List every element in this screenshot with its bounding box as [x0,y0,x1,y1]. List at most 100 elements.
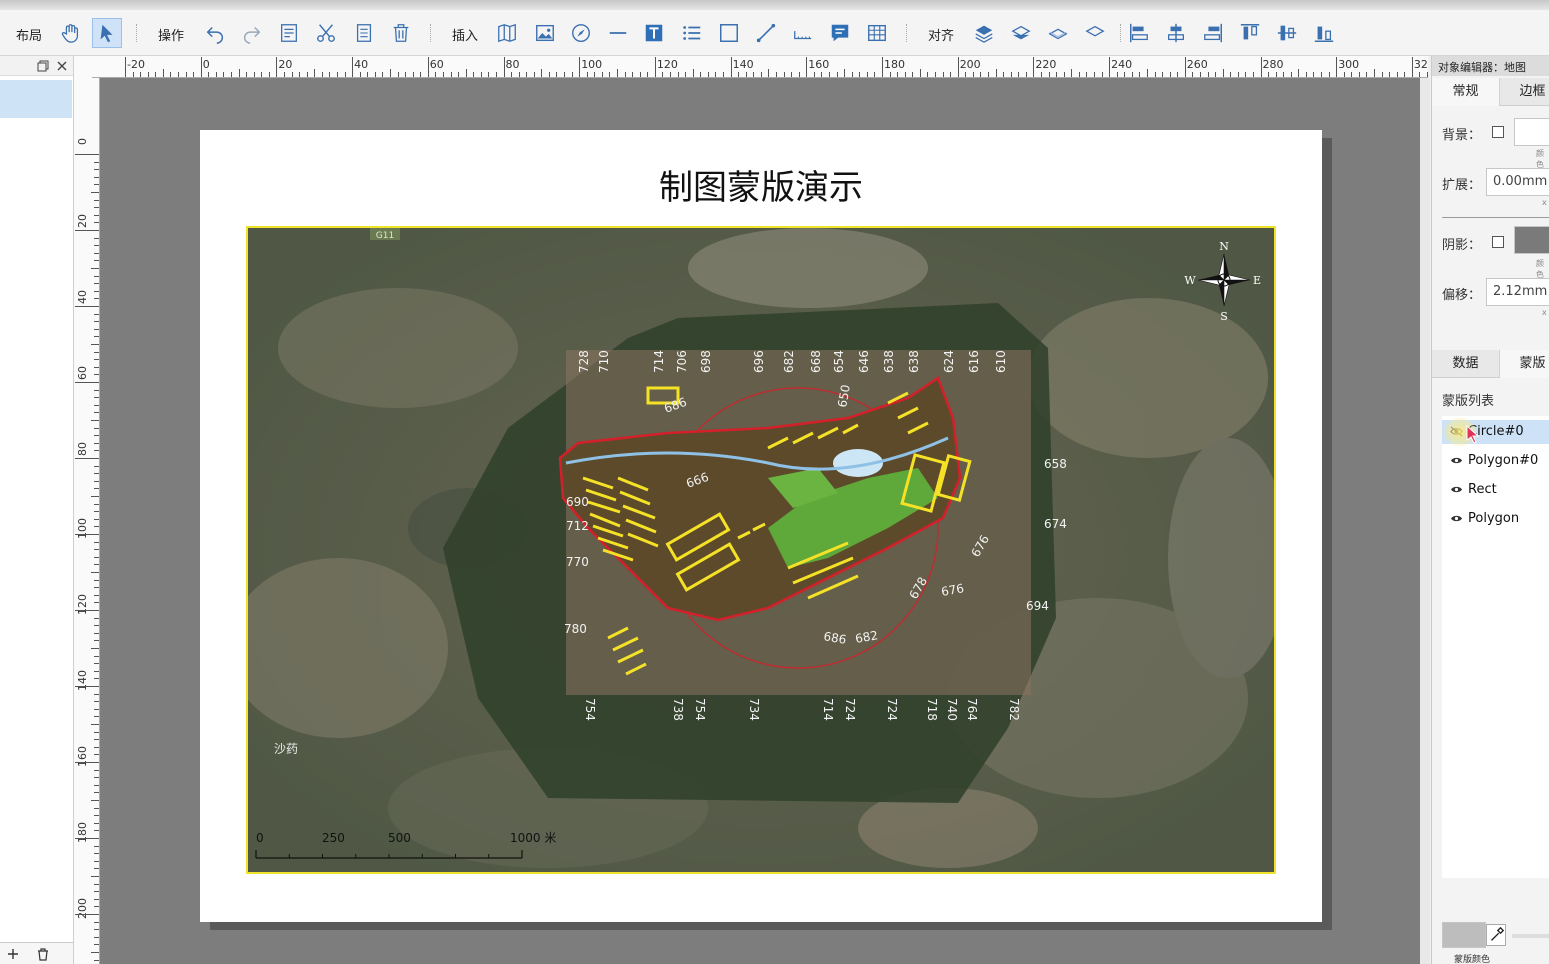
align-menu[interactable]: 对齐 [928,25,954,44]
ruler-v-label: 20 [76,214,89,228]
ruler-tick [1275,72,1277,77]
annotation-icon[interactable] [825,18,855,48]
color-caption: 颜色 [1536,259,1544,279]
mask-color-swatch[interactable] [1442,922,1486,948]
tab-data[interactable]: 数据 [1432,350,1500,378]
mask-item-polygon[interactable]: Polygon [1442,507,1549,531]
offset-input[interactable]: 2.12mm [1486,278,1549,306]
ruler-tick [140,72,142,77]
ruler-tick [94,556,99,558]
ruler-tick [1298,69,1300,77]
ruler-tick [94,784,99,786]
align-middle-icon[interactable] [1272,18,1302,48]
layer-bottom-icon[interactable] [1080,18,1110,48]
ruler-tick [94,366,99,368]
ruler-tick [1177,72,1179,77]
eye-icon[interactable] [1450,455,1463,466]
ruler-tick [94,830,99,832]
compass-icon[interactable] [566,18,596,48]
polyline-icon[interactable] [751,18,781,48]
ruler-tick [91,648,99,649]
scalebar-icon[interactable] [788,18,818,48]
ruler-tick [791,72,793,77]
insert-menu[interactable]: 插入 [452,25,478,44]
layer-up-icon[interactable] [1006,18,1036,48]
ruler-tick [1290,72,1292,77]
ruler-tick [1305,72,1307,77]
ruler-tick [94,617,99,619]
restore-icon[interactable] [36,59,50,73]
map-title[interactable]: 制图蒙版演示 [200,160,1322,209]
operation-menu[interactable]: 操作 [158,25,184,44]
tab-border[interactable]: 边框 [1500,78,1549,106]
ruler-tick [1063,72,1065,77]
pointer-icon[interactable] [92,18,122,48]
add-icon[interactable] [6,947,20,961]
text-icon[interactable] [639,18,669,48]
delete-icon[interactable] [386,18,416,48]
list-icon[interactable] [677,18,707,48]
tab-general[interactable]: 常规 [1432,78,1500,106]
contour-label-bottom: 740 [945,698,959,721]
eyedropper-icon[interactable] [1486,924,1506,946]
contour-label-top: 646 [857,350,871,373]
ruler-tick [75,382,99,383]
rectangle-icon[interactable] [714,18,744,48]
west-label: W [1184,274,1196,287]
trash-icon[interactable] [36,947,50,961]
map-icon[interactable] [492,18,522,48]
close-icon[interactable] [55,59,69,73]
object-editor-panel: 对象编辑器：地图 常规 边框 背景： 颜色 扩展： 0.00mm x 阴影： 颜… [1431,56,1549,964]
ruler-tick [299,72,301,77]
image-icon[interactable] [530,18,560,48]
layout-menu[interactable]: 布局 [16,25,42,44]
ruler-v-label: 0 [76,138,89,145]
ruler-tick [367,72,369,77]
layout-page[interactable]: 制图蒙版演示 728 710 714 706 698 696 682 668 6… [200,130,1322,922]
background-color-field[interactable] [1514,118,1549,146]
extend-input[interactable]: 0.00mm [1486,168,1549,196]
mask-opacity-slider[interactable] [1512,934,1549,938]
layout-list-item-selected[interactable] [0,80,72,118]
align-center-icon[interactable] [1161,18,1191,48]
layer-down-icon[interactable] [1043,18,1073,48]
vertical-scrollbar[interactable] [1420,78,1430,964]
hand-icon[interactable] [56,18,86,48]
cut-icon[interactable] [311,18,341,48]
shadow-checkbox[interactable] [1492,236,1504,248]
layout-canvas[interactable]: 制图蒙版演示 728 710 714 706 698 696 682 668 6… [100,78,1428,964]
ruler-tick [1411,57,1413,77]
toolbar-separator [906,24,907,42]
properties-icon[interactable] [274,18,304,48]
contour-label-bottom: 718 [925,698,939,721]
line-icon[interactable] [603,18,633,48]
align-top-icon[interactable] [1235,18,1265,48]
eye-icon[interactable] [1450,513,1463,524]
extend-label: 扩展： [1442,178,1482,193]
ruler-tick [94,321,99,323]
undo-icon[interactable] [200,18,230,48]
eye-icon[interactable] [1450,484,1463,495]
ruler-tick [934,72,936,77]
mask-item-rect[interactable]: Rect [1442,478,1549,502]
layer-top-icon[interactable] [969,18,999,48]
align-right-icon[interactable] [1198,18,1228,48]
ruler-tick [442,72,444,77]
ruler-tick [1389,72,1391,77]
table-icon[interactable] [862,18,892,48]
background-checkbox[interactable] [1492,126,1504,138]
ruler-tick [94,473,99,475]
mask-item-polygon-0[interactable]: Polygon#0 [1442,449,1549,473]
map-view[interactable]: 728 710 714 706 698 696 682 668 654 646 638 638 624 6… [248,228,1274,872]
ruler-tick [94,199,99,201]
align-left-icon[interactable] [1124,18,1154,48]
copy-icon[interactable] [349,18,379,48]
align-bottom-icon[interactable] [1309,18,1339,48]
tab-mask[interactable]: 蒙版 [1500,350,1549,378]
shadow-color-swatch[interactable] [1514,226,1549,254]
ruler-tick [1056,72,1058,77]
redo-icon[interactable] [237,18,267,48]
ruler-v-label: 40 [76,290,89,304]
ruler-tick [94,640,99,642]
map-frame[interactable]: 728 710 714 706 698 696 682 668 654 646 638 638 624 6… [246,226,1276,874]
